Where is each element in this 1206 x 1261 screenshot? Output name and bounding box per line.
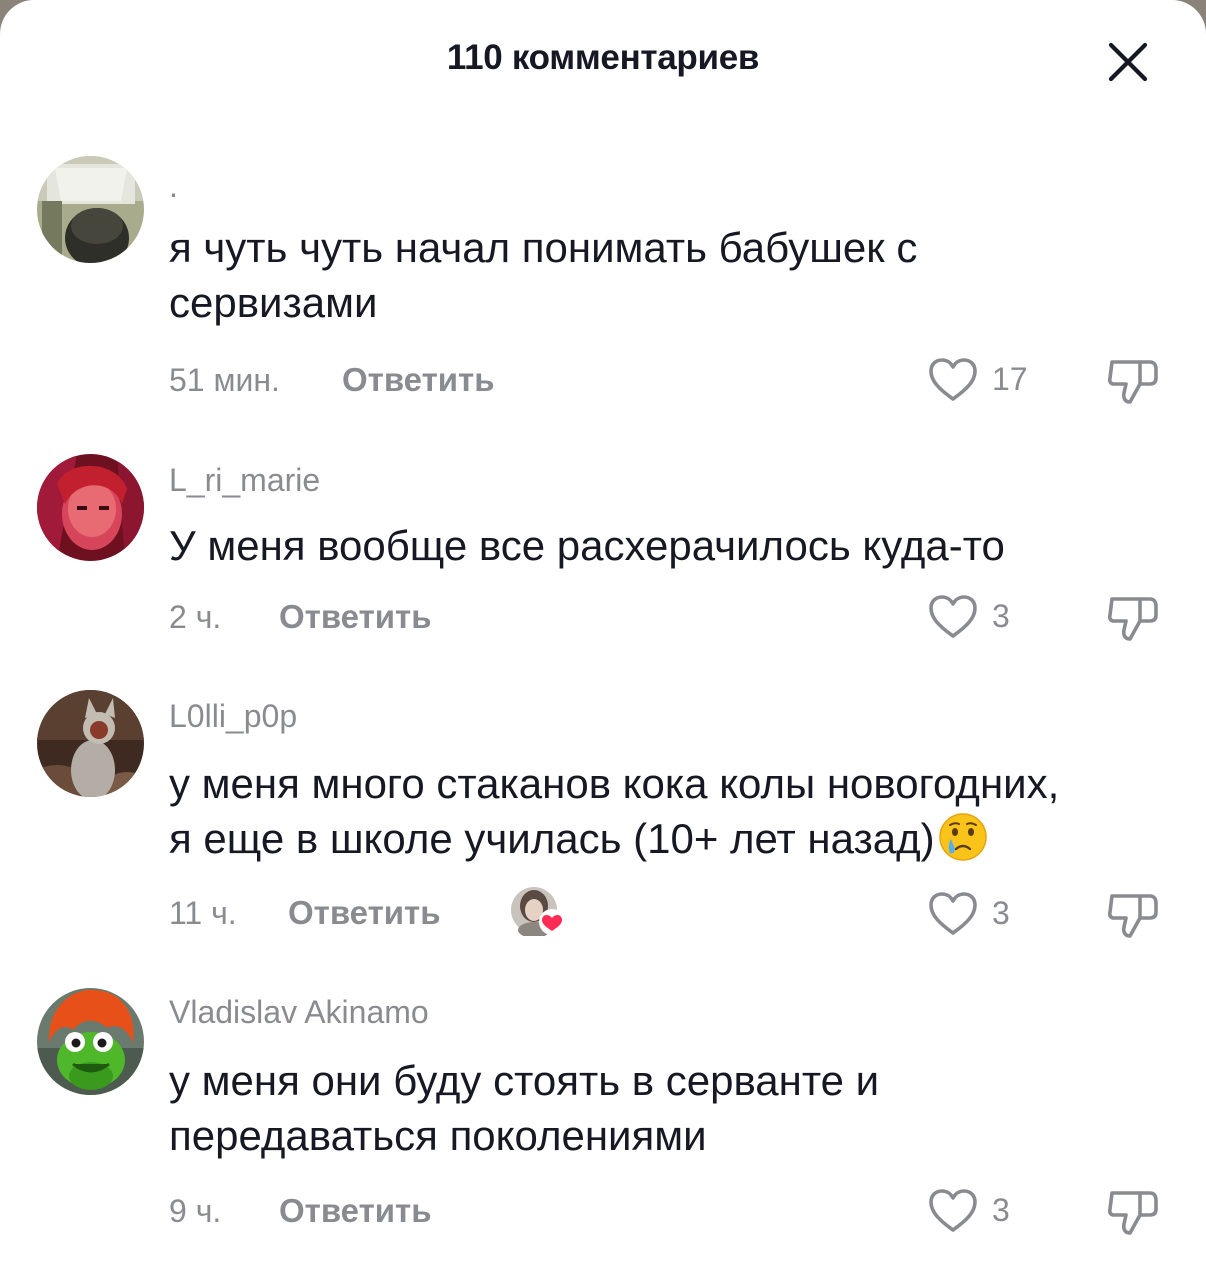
comment-text: у меня они буду стоять в серванте и пере… (169, 1057, 880, 1159)
like-count: 3 (992, 895, 1010, 931)
avatar[interactable] (37, 988, 144, 1095)
dislike-button[interactable] (1106, 356, 1160, 406)
avatar[interactable] (37, 690, 144, 797)
like-button[interactable]: 17 (928, 357, 1038, 405)
like-button[interactable]: 3 (928, 1188, 1038, 1236)
comments-sheet: 110 комментариев . я чуть чуть начал пон… (0, 0, 1206, 1261)
comment-text: я чуть чуть начал понимать бабушек с сер… (169, 224, 918, 326)
thumbs-down-icon (1107, 360, 1158, 404)
heart-icon (929, 595, 977, 638)
heart-icon (929, 358, 977, 401)
like-count: 3 (992, 1192, 1010, 1228)
thumbs-down-icon (1107, 1191, 1158, 1235)
comment-timestamp: 11 ч. (169, 895, 237, 931)
crying-face-emoji (938, 813, 987, 861)
creator-liked-badge (510, 886, 568, 938)
avatar[interactable] (37, 156, 144, 263)
comments-count-title: 110 комментариев (446, 38, 760, 77)
comment-text-content: у меня много стаканов кока колы новогодн… (169, 760, 1060, 862)
like-button[interactable]: 3 (928, 891, 1038, 939)
comment-text: У меня вообще все расхерачилось куда-то (169, 522, 1005, 569)
like-count: 3 (992, 598, 1010, 634)
close-icon (1108, 42, 1148, 82)
thumbs-down-icon (1107, 894, 1158, 938)
dislike-button[interactable] (1106, 1187, 1160, 1237)
comment-timestamp: 51 мин. (169, 362, 280, 398)
comment-timestamp: 2 ч. (169, 599, 222, 635)
reply-button[interactable]: Ответить (279, 1192, 432, 1230)
heart-icon (929, 892, 977, 935)
close-button[interactable] (1104, 38, 1152, 86)
dislike-button[interactable] (1106, 890, 1160, 940)
comment-username[interactable]: L_ri_marie (169, 462, 320, 499)
dislike-button[interactable] (1106, 593, 1160, 643)
comment-username[interactable]: L0lli_p0p (169, 698, 297, 735)
like-count: 17 (992, 361, 1028, 397)
reply-button[interactable]: Ответить (288, 894, 441, 932)
comment-timestamp: 9 ч. (169, 1193, 222, 1229)
like-button[interactable]: 3 (928, 594, 1038, 642)
comment-text: у меня много стаканов кока колы новогодн… (169, 756, 1179, 866)
reply-button[interactable]: Ответить (279, 598, 432, 636)
comment-username[interactable]: . (169, 168, 178, 205)
heart-icon (929, 1189, 977, 1232)
comment-username[interactable]: Vladislav Akinamo (169, 994, 429, 1031)
thumbs-down-icon (1107, 597, 1158, 641)
reply-button[interactable]: Ответить (342, 361, 495, 399)
avatar[interactable] (37, 454, 144, 561)
